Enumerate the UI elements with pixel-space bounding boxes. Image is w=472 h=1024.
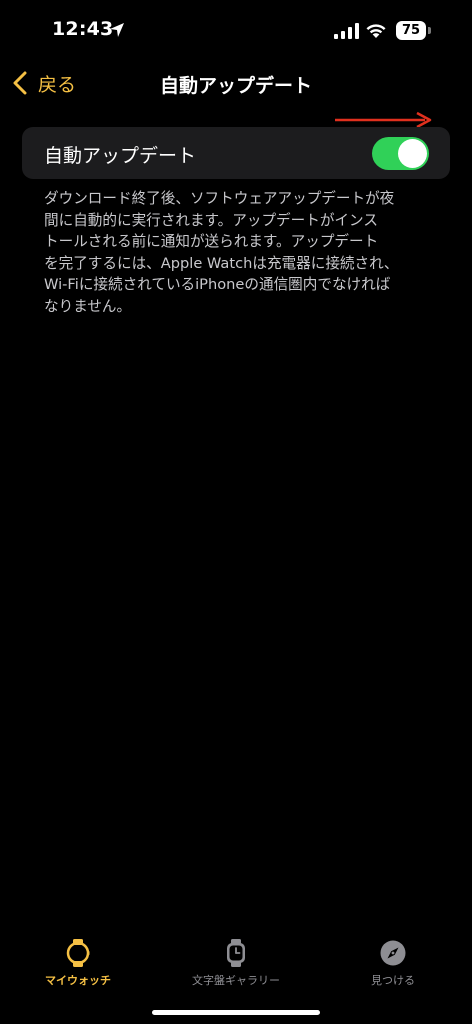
description-line: なりません。 <box>44 297 132 315</box>
wifi-icon <box>366 24 386 38</box>
auto-update-toggle[interactable] <box>372 137 429 170</box>
home-indicator[interactable] <box>152 1010 320 1015</box>
description-line: 間に自動的に実行されます。アップデートがインス <box>44 211 378 229</box>
navigation-bar: 戻る 自動アップデート <box>0 60 472 104</box>
toggle-knob <box>398 139 427 168</box>
auto-update-cell: 自動アップデート <box>22 127 450 179</box>
description-line: ダウンロード終了後、ソフトウェアアップデートが夜 <box>44 190 395 207</box>
tab-label: 文字盤ギャラリー <box>192 974 280 987</box>
page-title: 自動アップデート <box>159 75 312 97</box>
auto-update-description: ダウンロード終了後、ソフトウェアアップデートが夜 間に自動的に実行されます。アッ… <box>44 188 424 317</box>
tab-my-watch[interactable]: マイウォッチ <box>3 928 153 988</box>
location-arrow-icon <box>110 23 124 37</box>
status-bar: 12:43 75 <box>0 0 472 60</box>
watch-face-icon <box>227 939 245 967</box>
description-line: を完了するには、Apple Watchは充電器に接続され、 <box>44 254 399 272</box>
tab-label: マイウォッチ <box>45 974 111 987</box>
watch-icon <box>66 939 90 967</box>
battery-level: 75 <box>401 23 421 38</box>
tab-bar: マイウォッチ 文字盤ギャラリー 見つける <box>0 928 472 998</box>
tab-discover[interactable]: 見つける <box>318 928 468 988</box>
battery-icon: 75 <box>396 21 432 40</box>
compass-icon <box>380 940 406 966</box>
tab-face-gallery[interactable]: 文字盤ギャラリー <box>161 928 311 988</box>
cellular-signal-icon <box>334 23 359 39</box>
tab-label: 見つける <box>371 974 415 987</box>
auto-update-label: 自動アップデート <box>44 145 197 167</box>
status-time: 12:43 <box>52 18 114 40</box>
description-line: Wi-Fiに接続されているiPhoneの通信圏内でなければ <box>44 276 391 293</box>
battery-tip <box>428 27 431 34</box>
description-line: トールされる前に通知が送られます。アップデート <box>44 233 379 250</box>
